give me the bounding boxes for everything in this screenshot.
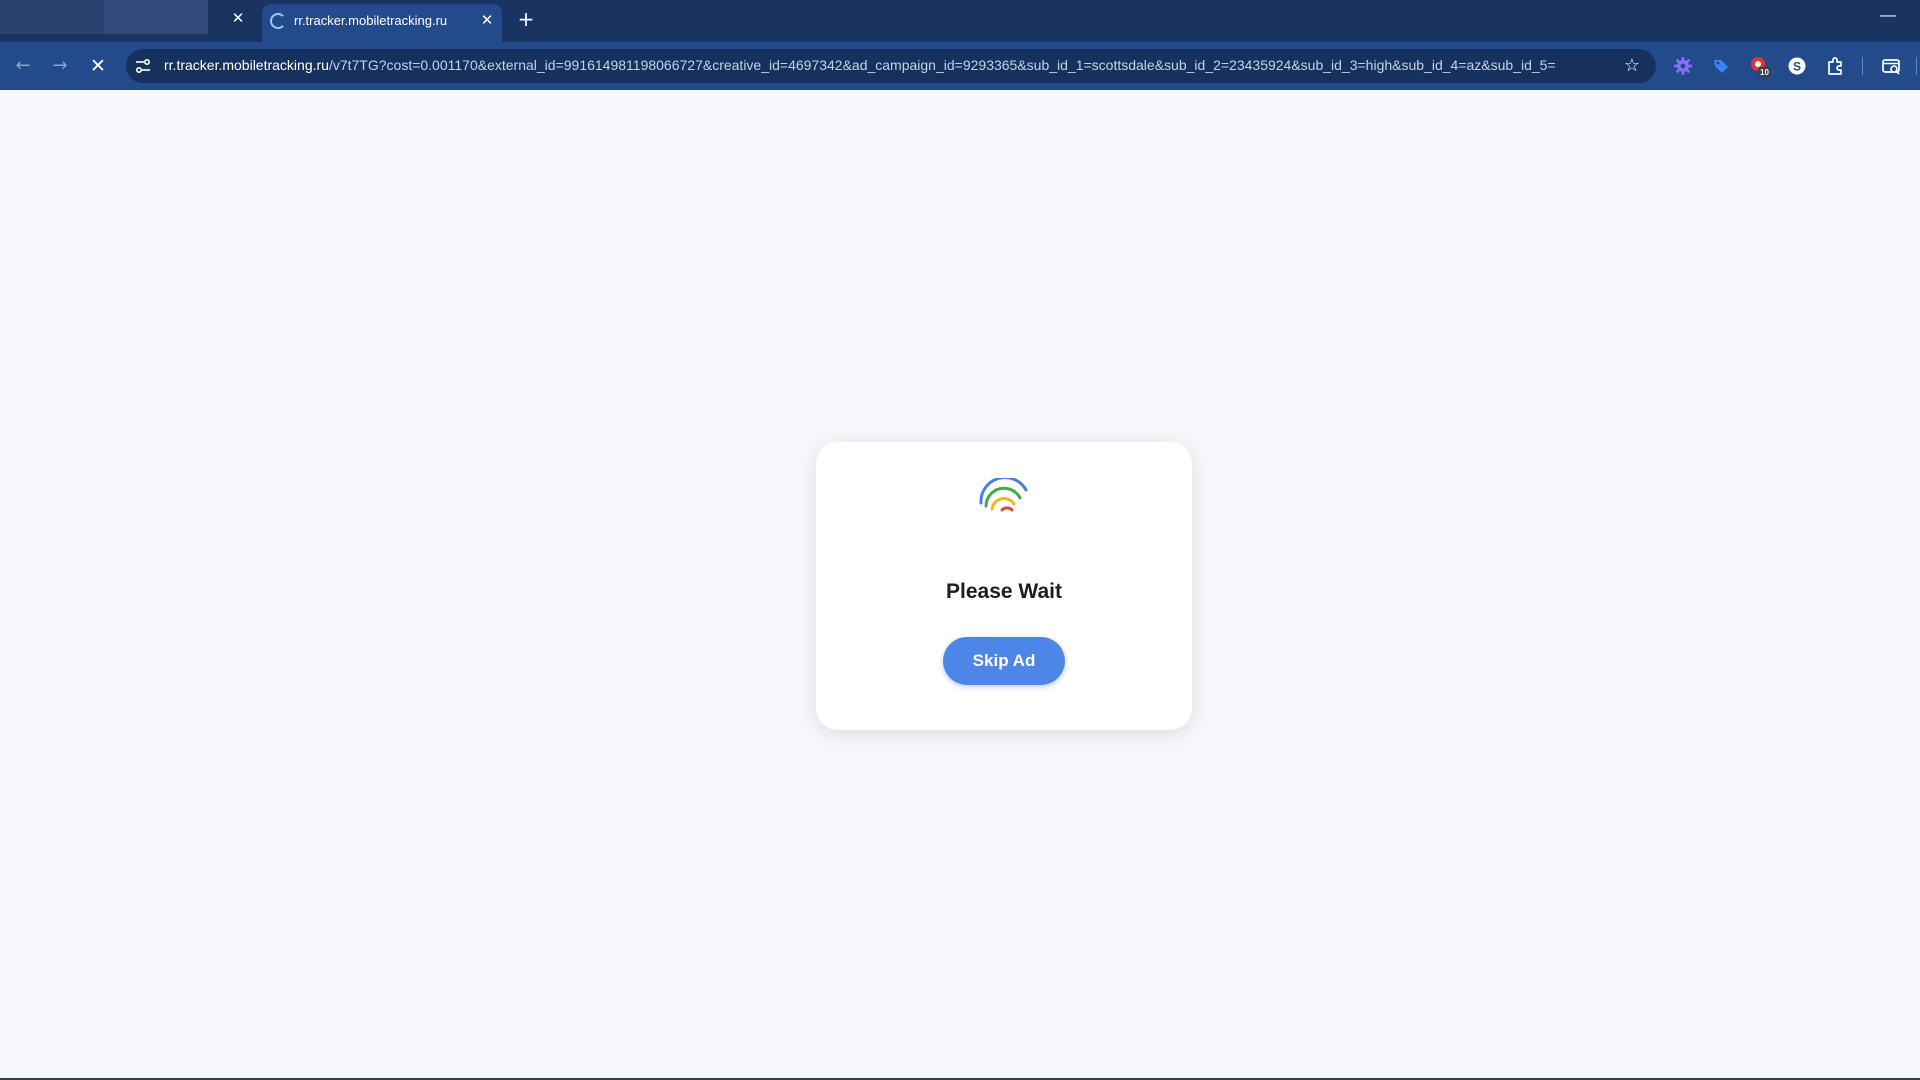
please-wait-title: Please Wait [946, 580, 1062, 603]
tab-inactive[interactable] [0, 0, 208, 34]
stop-loading-button[interactable]: ✕ [84, 52, 112, 80]
back-button[interactable]: ← [9, 52, 37, 80]
bookmark-star-icon[interactable]: ☆ [1620, 54, 1644, 78]
tab-close-icon[interactable]: ✕ [228, 8, 248, 28]
svg-text:S: S [1793, 60, 1801, 74]
site-info-icon[interactable] [133, 56, 153, 76]
loading-arcs-icon [976, 476, 1032, 518]
s-coin-icon[interactable]: S [1784, 53, 1810, 79]
url-host: rr.tracker.mobiletracking.ru [164, 57, 329, 73]
tag-icon[interactable] [1708, 53, 1734, 79]
toolbar-separator [1916, 57, 1917, 75]
record-icon[interactable]: 10 [1746, 53, 1772, 79]
new-tab-button[interactable]: + [515, 8, 537, 30]
url-path: /v7t7TG?cost=0.001170&external_id=991614… [328, 57, 1556, 73]
toolbar-separator [1862, 57, 1863, 75]
extension-badge: 10 [1760, 68, 1769, 77]
skip-ad-button[interactable]: Skip Ad [943, 637, 1065, 685]
tab-title: rr.tracker.mobiletracking.ru [294, 13, 448, 28]
tab-close-icon[interactable]: ✕ [477, 10, 497, 30]
puzzle-icon[interactable] [1822, 53, 1848, 79]
url-text[interactable]: rr.tracker.mobiletracking.ru/v7t7TG?cost… [164, 57, 1604, 73]
loading-spinner-icon [270, 13, 286, 29]
tab-search-icon[interactable] [1878, 53, 1904, 79]
gear-puzzle-icon[interactable] [1670, 53, 1696, 79]
minimize-button[interactable]: — [1876, 6, 1900, 26]
forward-button[interactable]: → [46, 52, 74, 80]
